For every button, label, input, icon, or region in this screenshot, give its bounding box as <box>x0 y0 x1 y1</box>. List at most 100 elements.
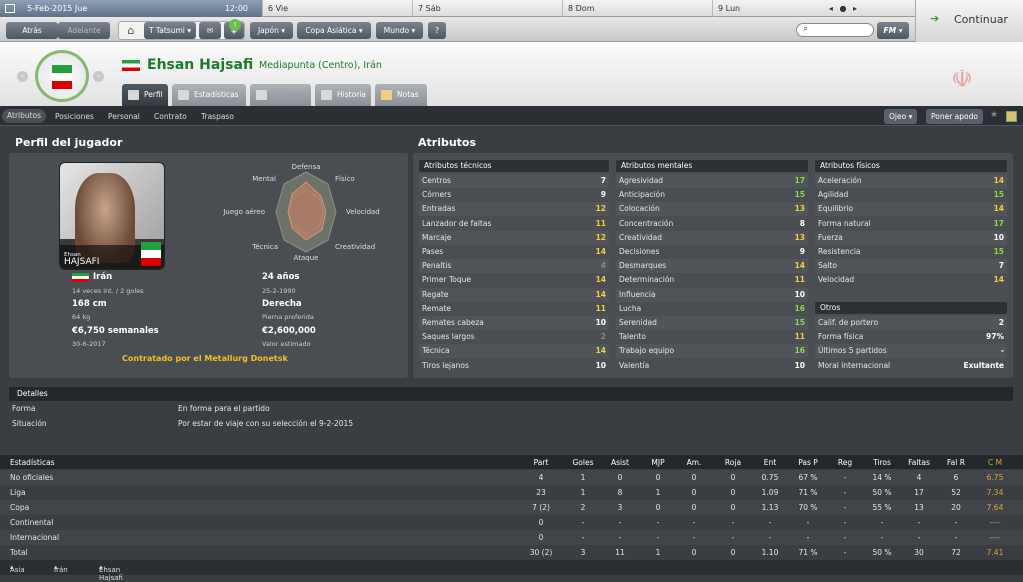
edit-icon[interactable] <box>1006 111 1017 122</box>
attribute-value: 10 <box>993 232 1004 242</box>
manager-menu[interactable]: T Tatsumi ▾ <box>144 22 196 39</box>
back-button[interactable]: Atrás <box>6 22 58 39</box>
physical-header: Atributos físicos <box>815 160 1007 172</box>
attribute-name: Regate <box>422 289 449 299</box>
tab-notas[interactable]: Notas <box>375 84 427 106</box>
attribute-name: Penaltis <box>422 261 452 271</box>
stats-cell: 3 <box>580 548 586 557</box>
stats-column-header[interactable]: Reg <box>832 458 858 467</box>
stats-cell: - <box>954 518 958 527</box>
nickname-button[interactable]: Poner apodo <box>926 109 983 124</box>
help-button[interactable]: ? <box>428 22 446 39</box>
competition-menu[interactable]: Copa Asiática ▾ <box>297 22 371 39</box>
tab-estadisticas[interactable]: Estadísticas <box>172 84 246 106</box>
player-value-label: Valor estimado <box>262 340 311 348</box>
arrow-right-icon: ➔ <box>930 12 940 25</box>
stats-column-header[interactable]: Goles <box>568 458 598 467</box>
search-icon: ⌕ <box>803 24 809 34</box>
stats-cell: - <box>581 533 585 542</box>
attribute-name: Aceleración <box>818 176 862 185</box>
stats-cell: 13 <box>914 503 924 512</box>
attribute-value: 11 <box>595 218 606 228</box>
attribute-row: Penaltis 4 <box>419 259 609 274</box>
attribute-value: 9 <box>600 190 606 200</box>
tab-label: Historia <box>337 90 366 99</box>
tab-perfil[interactable]: Perfil <box>122 84 168 106</box>
contracted-club[interactable]: Contratado por el Metallurg Donetsk <box>122 354 288 363</box>
stats-cell: 0 <box>730 473 736 482</box>
attribute-row: Velocidad 14 <box>815 273 1007 287</box>
competition-label: Copa Asiática <box>305 26 357 35</box>
calendar-day[interactable]: 7 Sáb <box>413 0 563 17</box>
calendar-day[interactable]: 6 Vie <box>263 0 413 17</box>
subnav-atributos[interactable]: Atributos <box>2 109 47 123</box>
attribute-row: Lucha 16 <box>616 302 808 316</box>
nation-menu[interactable]: Japón ▾ <box>250 22 293 39</box>
stats-column-header[interactable]: Am. <box>681 458 707 467</box>
stats-column-header[interactable]: Fal R <box>941 458 971 467</box>
attribute-name: Talento <box>619 332 646 342</box>
stats-cell: 0 <box>730 503 736 512</box>
search-input[interactable]: ⌕ <box>796 23 874 37</box>
stats-column-header[interactable]: Part <box>525 458 557 467</box>
attribute-row: Calif. de portero 2 <box>815 316 1007 330</box>
calendar-nav-arrows[interactable]: ◂ ● ▸ <box>829 0 859 17</box>
stats-column-header[interactable]: Roja <box>718 458 748 467</box>
attribute-value: 8 <box>799 218 805 228</box>
tab-label: Notas <box>397 90 419 99</box>
attribute-value: 9 <box>799 247 805 256</box>
attribute-name: Determinación <box>619 275 675 285</box>
calendar-current-day[interactable]: 5-Feb-2015 Jue 12:00 <box>0 0 263 17</box>
stats-column-header[interactable]: Faltas <box>904 458 934 467</box>
other-header: Otros <box>815 302 1007 314</box>
stats-cell: 7.34 <box>986 488 1004 497</box>
stats-cell: - <box>843 518 847 527</box>
world-menu[interactable]: Mundo ▾ <box>376 22 423 39</box>
attribute-row: Córners 9 <box>419 188 609 202</box>
tab-informes[interactable]: Informes <box>250 84 311 106</box>
stats-column-header[interactable]: MJP <box>643 458 673 467</box>
continue-button[interactable]: ➔ Continuar <box>915 0 1023 42</box>
fm-menu[interactable]: FM ▾ <box>877 22 909 39</box>
calendar-bar: 5-Feb-2015 Jue 12:00 6 Vie 7 Sáb 8 Dom 9… <box>0 0 915 17</box>
stats-column-header[interactable]: Tiros <box>866 458 898 467</box>
stats-column-header[interactable]: Asist <box>606 458 634 467</box>
attribute-value: 12 <box>595 232 606 242</box>
nation-name[interactable]: Irán <box>93 272 112 282</box>
attribute-row: Creatividad 13 <box>616 230 808 245</box>
forward-button[interactable]: Adelante <box>58 22 110 39</box>
stats-column-header[interactable]: Ent <box>754 458 786 467</box>
attribute-row: Serenidad 15 <box>616 316 808 330</box>
stats-column-header[interactable]: C M <box>979 458 1011 467</box>
subnav-traspaso[interactable]: Traspaso <box>201 112 234 121</box>
subnav-personal[interactable]: Personal <box>108 112 140 121</box>
tab-historia[interactable]: Historia <box>315 84 371 106</box>
breadcrumb-region[interactable]: Asia ▴ <box>10 563 25 574</box>
inbox-icon[interactable]: ✉ <box>199 22 221 39</box>
scout-menu[interactable]: Ojeo ▾ <box>884 109 918 124</box>
previous-player-icon[interactable]: ‹ <box>17 71 28 82</box>
attribute-row: Desmarques 14 <box>616 259 808 274</box>
stats-cell: - <box>656 533 660 542</box>
calendar-day[interactable]: 9 Lun ◂ ● ▸ <box>713 0 865 17</box>
attribute-row: Pases 14 <box>419 245 609 259</box>
stats-column-header[interactable]: Pas P <box>790 458 826 467</box>
attribute-name: Remates cabeza <box>422 318 484 327</box>
breadcrumb-player[interactable]: Ehsan Hajsafi ▴ <box>99 563 123 582</box>
star-icon[interactable]: ★ <box>990 110 998 120</box>
calendar-day[interactable]: 8 Dom <box>563 0 713 17</box>
stats-cell: 7.41 <box>986 548 1004 557</box>
stats-cell: - <box>806 533 810 542</box>
stats-column-header[interactable]: Estadísticas <box>10 458 130 467</box>
next-player-icon[interactable]: › <box>93 71 104 82</box>
stats-cell: - <box>618 533 622 542</box>
subnav-contrato[interactable]: Contrato <box>154 112 187 121</box>
stats-cell: 0 <box>730 548 736 557</box>
attribute-name: Pases <box>422 247 444 256</box>
stats-row-label: Total <box>10 548 28 557</box>
attribute-value: 14 <box>993 275 1004 285</box>
home-icon[interactable]: ⌂ <box>122 23 140 38</box>
breadcrumb-nation[interactable]: Irán ▴ <box>54 563 68 574</box>
stats-cell: 1.09 <box>761 488 779 497</box>
subnav-posiciones[interactable]: Posiciones <box>55 112 94 121</box>
